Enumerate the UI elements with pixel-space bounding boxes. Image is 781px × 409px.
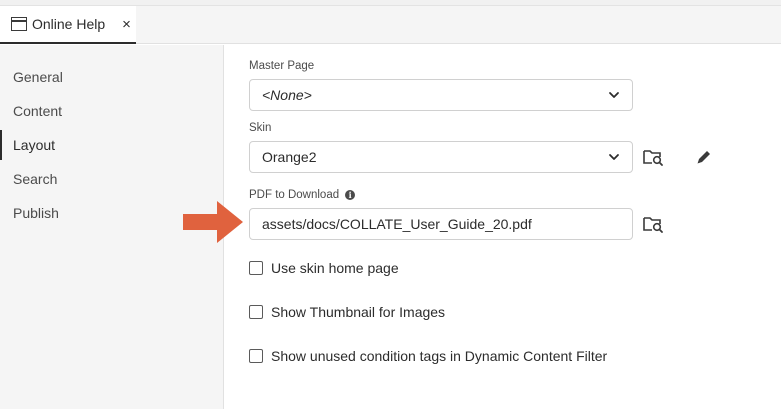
checkbox-box[interactable]: [249, 305, 263, 319]
show-unused-condition-tags-checkbox[interactable]: Show unused condition tags in Dynamic Co…: [249, 346, 607, 366]
checkbox-box[interactable]: [249, 349, 263, 363]
skin-browse-button[interactable]: [641, 145, 665, 169]
sidebar-item-layout[interactable]: Layout: [0, 130, 224, 160]
checkbox-label: Show Thumbnail for Images: [271, 304, 446, 320]
pencil-icon: [697, 151, 710, 164]
chevron-down-icon: [609, 92, 619, 98]
pdf-path-input[interactable]: [249, 208, 633, 240]
sidebar-item-search[interactable]: Search: [0, 164, 224, 194]
tab-online-help[interactable]: Online Help ×: [0, 6, 136, 44]
sidebar-item-general[interactable]: General: [0, 62, 224, 92]
pdf-browse-button[interactable]: [641, 212, 665, 236]
tab-bar: Online Help ×: [0, 6, 781, 44]
layout-settings-panel: Master Page <None> Skin Orange2 PDF to D…: [225, 45, 781, 409]
window-icon: [11, 17, 27, 31]
use-skin-home-page-checkbox[interactable]: Use skin home page: [249, 258, 399, 278]
skin-edit-button[interactable]: [692, 145, 716, 169]
master-page-value: <None>: [262, 87, 312, 103]
master-page-select[interactable]: <None>: [249, 79, 633, 111]
folder-search-icon: [643, 217, 663, 233]
skin-label: Skin: [249, 122, 272, 134]
checkbox-box[interactable]: [249, 261, 263, 275]
close-icon[interactable]: ×: [122, 17, 131, 32]
tab-label: Online Help: [32, 16, 106, 32]
checkbox-label: Show unused condition tags in Dynamic Co…: [271, 348, 608, 364]
checkbox-label: Use skin home page: [271, 260, 399, 276]
sidebar-item-content[interactable]: Content: [0, 96, 224, 126]
master-page-label: Master Page: [249, 60, 315, 72]
pdf-label-text: PDF to Download: [249, 189, 340, 201]
chevron-down-icon: [609, 154, 619, 160]
show-thumbnail-checkbox[interactable]: Show Thumbnail for Images: [249, 302, 445, 322]
arrow-right-icon: [183, 201, 243, 243]
skin-value: Orange2: [262, 149, 317, 165]
folder-search-icon: [643, 150, 663, 166]
info-icon[interactable]: i: [345, 190, 356, 200]
pdf-to-download-label: PDF to Download i: [249, 189, 356, 201]
skin-select[interactable]: Orange2: [249, 141, 633, 173]
